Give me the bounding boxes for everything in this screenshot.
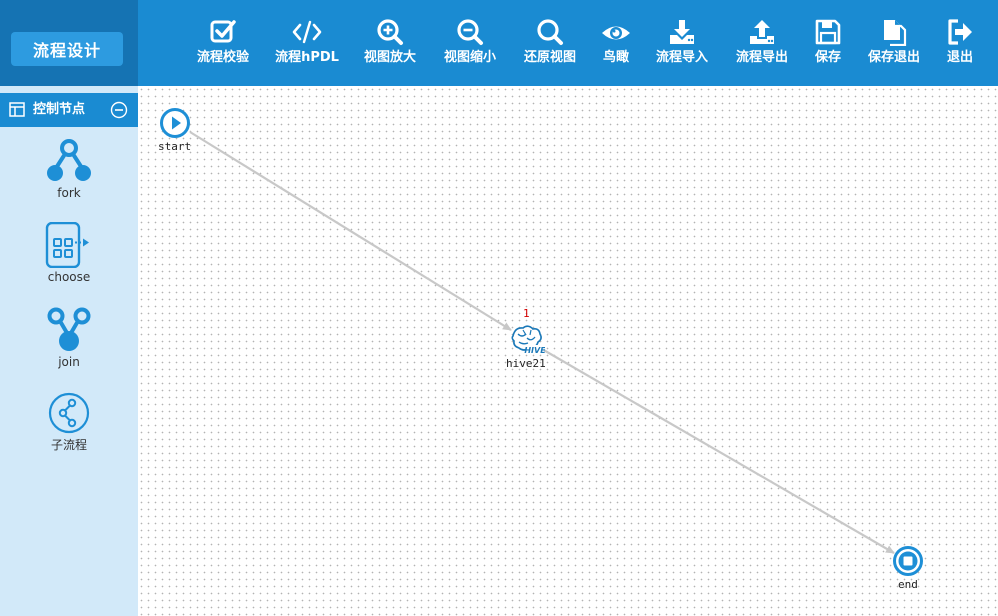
- sidebar-item-subflow[interactable]: 子流程: [0, 392, 138, 453]
- edges-layer: [189, 131, 895, 554]
- start-node-label: start: [158, 140, 192, 153]
- end-node[interactable]: [892, 545, 924, 577]
- floppy-disk-icon: [812, 18, 844, 48]
- window-icon: [9, 102, 25, 121]
- zoom-out-icon: [441, 18, 499, 48]
- brand-area: 流程设计: [0, 0, 138, 86]
- validate-label: 流程校验: [196, 50, 249, 65]
- subflow-icon: [0, 392, 138, 434]
- svg-text:HIVE: HIVE: [524, 346, 545, 355]
- zoom-in-icon: [361, 18, 419, 48]
- import-label: 流程导入: [655, 50, 708, 65]
- validate-button[interactable]: 流程校验: [194, 18, 252, 70]
- fork-icon: [0, 138, 138, 184]
- download-icon: [653, 18, 711, 48]
- sidebar-item-fork[interactable]: fork: [0, 138, 138, 200]
- code-icon: [274, 18, 340, 48]
- zoom-in-label: 视图放大: [363, 50, 416, 65]
- workflow-canvas[interactable]: start 1 HIVE hive21 end: [138, 86, 998, 616]
- sidebar-item-join[interactable]: join: [0, 307, 138, 369]
- hpdl-label: 流程hPDL: [275, 50, 339, 65]
- sidebar-title: 控制节点: [33, 102, 86, 117]
- edge-hive21-to-end[interactable]: [534, 344, 895, 554]
- hive21-node-label: hive21: [506, 357, 546, 370]
- brand-title-button[interactable]: 流程设计: [11, 32, 123, 66]
- sidebar-item-choose[interactable]: choose: [0, 222, 138, 284]
- sidebar-header: 控制节点: [0, 93, 138, 127]
- save-label: 保存: [814, 50, 841, 65]
- sidebar-item-label: fork: [57, 186, 81, 200]
- export-button[interactable]: 流程导出: [733, 18, 791, 70]
- hive21-sequence-number: 1: [523, 307, 530, 320]
- control-node-sidebar: 控制节点 fork choose join 子流程: [0, 86, 138, 616]
- upload-icon: [733, 18, 791, 48]
- zoom-in-button[interactable]: 视图放大: [361, 18, 419, 70]
- edge-start-to-hive21[interactable]: [189, 131, 512, 331]
- checkbox-check-icon: [194, 18, 252, 48]
- zoom-out-button[interactable]: 视图缩小: [441, 18, 499, 70]
- join-icon: [0, 307, 138, 353]
- reset-view-label: 还原视图: [523, 50, 576, 65]
- export-label: 流程导出: [735, 50, 788, 65]
- choose-icon: [0, 222, 138, 268]
- birds-eye-label: 鸟瞰: [602, 50, 629, 65]
- save-exit-label: 保存退出: [867, 50, 920, 65]
- top-toolbar: 流程设计 流程校验 流程hPDL 视图放大 视图缩小 还原视图 鸟瞰 流程导入 …: [0, 0, 998, 86]
- import-button[interactable]: 流程导入: [653, 18, 711, 70]
- copy-document-icon: [865, 18, 923, 48]
- search-icon: [521, 18, 579, 48]
- save-exit-button[interactable]: 保存退出: [865, 18, 923, 70]
- start-node[interactable]: [159, 107, 191, 139]
- sidebar-item-label: join: [58, 355, 80, 369]
- end-node-label: end: [898, 578, 918, 591]
- reset-view-button[interactable]: 还原视图: [521, 18, 579, 70]
- sidebar-item-label: choose: [47, 270, 91, 284]
- eye-icon: [598, 18, 634, 48]
- hive21-node[interactable]: HIVE: [509, 322, 546, 356]
- hpdl-button[interactable]: 流程hPDL: [274, 18, 340, 70]
- sign-out-icon: [944, 18, 976, 48]
- collapse-minus-icon[interactable]: [110, 101, 128, 123]
- zoom-out-label: 视图缩小: [443, 50, 496, 65]
- exit-label: 退出: [946, 50, 973, 65]
- save-button[interactable]: 保存: [812, 18, 844, 70]
- exit-button[interactable]: 退出: [944, 18, 976, 70]
- sidebar-item-label: 子流程: [50, 438, 87, 452]
- birds-eye-button[interactable]: 鸟瞰: [598, 18, 634, 70]
